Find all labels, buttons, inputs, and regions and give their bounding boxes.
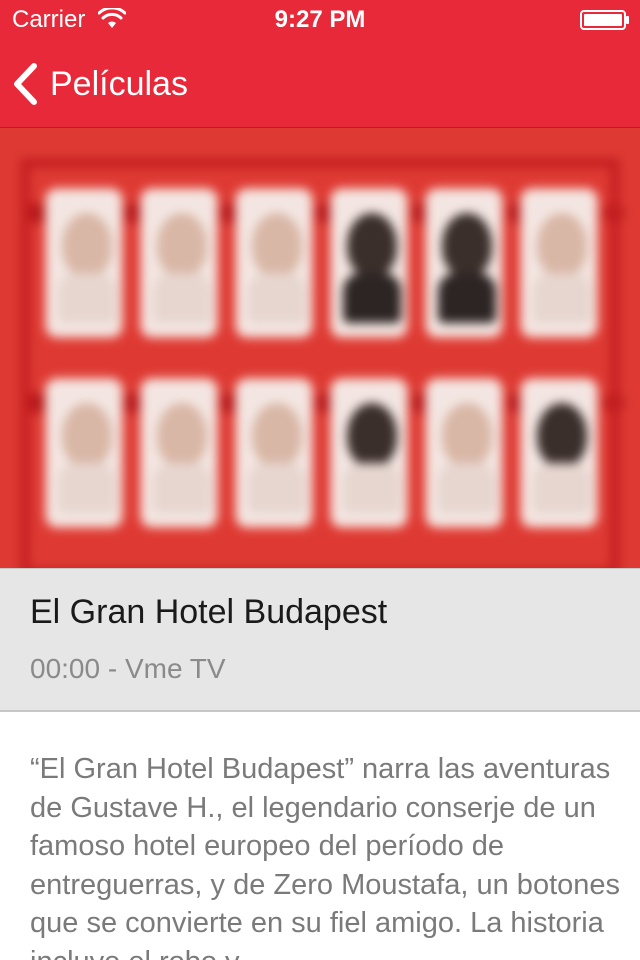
poster-portrait (45, 188, 123, 338)
chevron-left-icon (14, 63, 37, 105)
movie-title: El Gran Hotel Budapest (30, 593, 388, 631)
poster-portrait (140, 378, 218, 528)
top-bar: Carrier 9:27 PM Películas (0, 0, 640, 128)
poster-portrait (45, 378, 123, 528)
movie-poster-image (0, 128, 640, 568)
movie-info-panel: El Gran Hotel Budapest 00:00 - Vme TV (0, 568, 640, 712)
poster-portrait (140, 188, 218, 338)
poster-portrait (520, 378, 598, 528)
poster-portrait (520, 188, 598, 338)
status-time: 9:27 PM (274, 6, 366, 33)
status-bar: Carrier 9:27 PM (0, 0, 640, 40)
back-button-label: Películas (50, 64, 188, 103)
back-button[interactable]: Películas (10, 56, 188, 112)
poster-portrait (235, 378, 313, 528)
navigation-bar: Películas (0, 40, 640, 128)
poster-portrait (235, 188, 313, 338)
movie-schedule: 00:00 - Vme TV (30, 653, 226, 684)
poster-artwork (0, 128, 640, 568)
movie-synopsis: “El Gran Hotel Budapest” narra las avent… (30, 753, 621, 960)
poster-portrait (330, 188, 408, 338)
poster-portrait (330, 378, 408, 528)
battery-icon (580, 10, 629, 30)
poster-portrait (425, 378, 503, 528)
poster-portrait (425, 188, 503, 338)
